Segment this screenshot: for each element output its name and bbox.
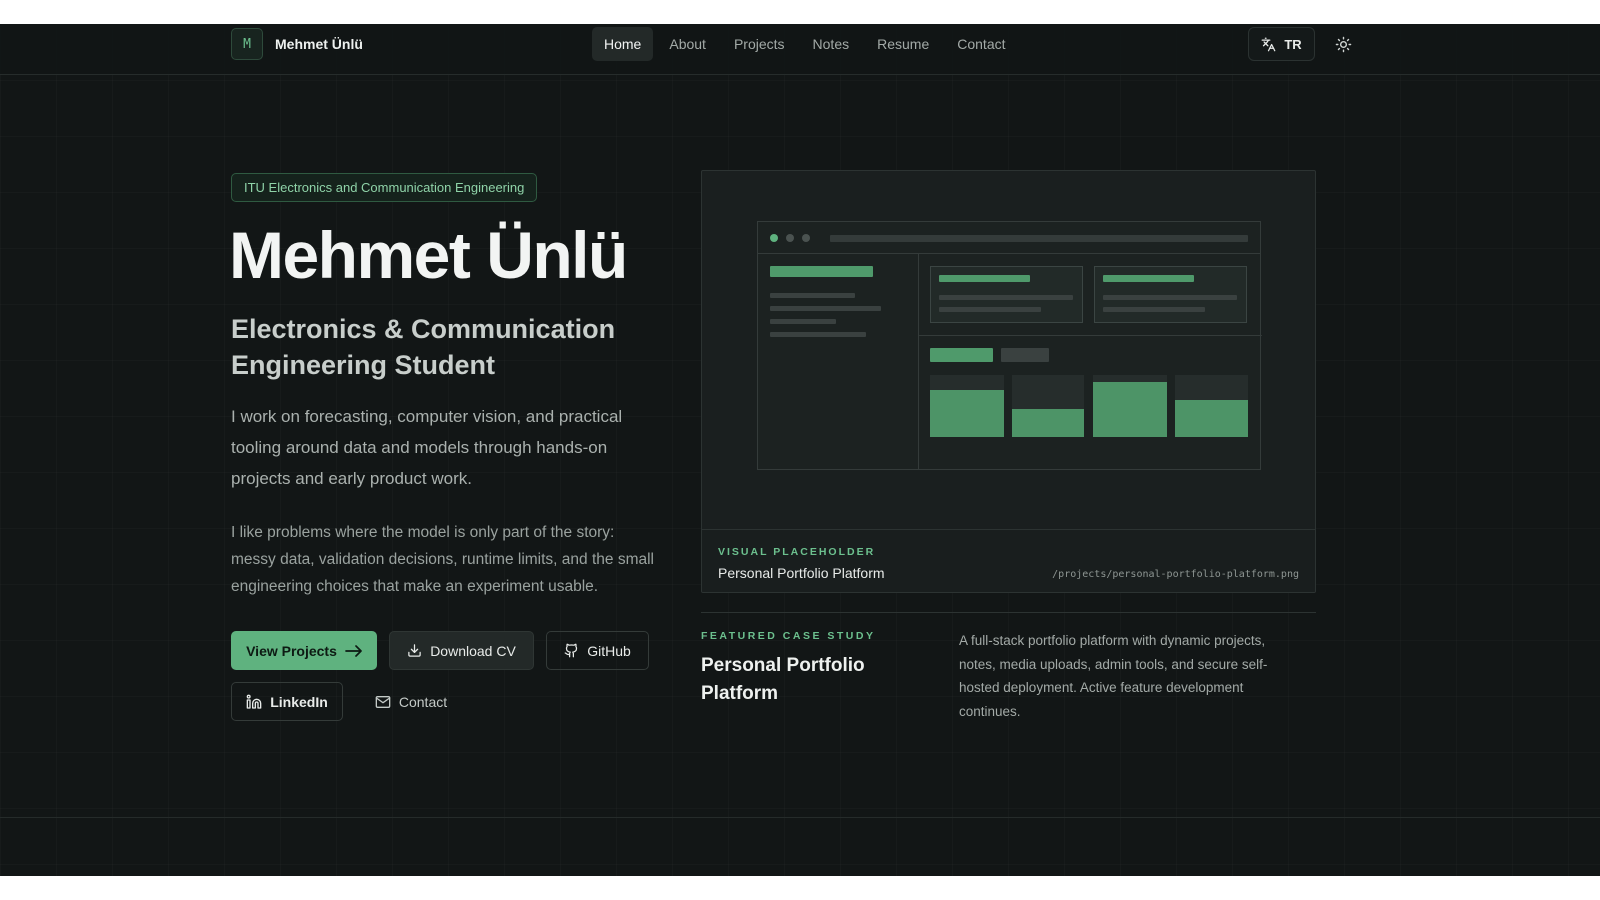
nav-home[interactable]: Home	[592, 27, 654, 61]
mockup-card	[930, 266, 1083, 323]
visual-title: Personal Portfolio Platform	[718, 565, 885, 581]
nav-contact[interactable]: Contact	[945, 27, 1017, 61]
sun-icon	[1335, 36, 1352, 53]
view-projects-label: View Projects	[246, 642, 337, 659]
mail-icon	[375, 695, 391, 709]
view-projects-button[interactable]: View Projects	[231, 631, 377, 670]
mockup-tab	[930, 348, 993, 362]
mockup-window-bar	[758, 222, 1260, 254]
mockup-bar	[939, 307, 1041, 312]
featured-case-study-title[interactable]: Personal Portfolio Platform	[701, 652, 901, 708]
section-divider	[701, 612, 1316, 613]
featured-case-study-description: A full-stack portfolio platform with dyn…	[959, 633, 1268, 719]
mockup-column-fill	[1093, 382, 1167, 437]
linkedin-button[interactable]: LinkedIn	[231, 682, 343, 721]
mockup-bar	[1103, 295, 1237, 300]
contact-label: Contact	[398, 693, 448, 710]
mockup-dot	[770, 234, 778, 242]
education-badge: ITU Electronics and Communication Engine…	[231, 173, 538, 202]
dashboard-mockup-illustration	[757, 221, 1262, 470]
translate-icon	[1261, 37, 1276, 52]
mockup-tab	[1001, 348, 1049, 362]
github-icon	[564, 643, 579, 658]
contact-button[interactable]: Contact	[366, 682, 456, 721]
github-button[interactable]: GitHub	[546, 631, 649, 670]
language-toggle-button[interactable]: TR	[1248, 27, 1315, 61]
brand-name: Mehmet Ünlü	[275, 36, 363, 52]
mockup-bar	[770, 293, 855, 298]
visual-file-path: /projects/personal-portfolio-platform.pn…	[1052, 569, 1299, 580]
mockup-dot	[786, 234, 794, 242]
hero-description: I like problems where the model is only …	[231, 524, 654, 595]
mockup-divider	[919, 335, 1262, 336]
featured-case-study-label: FEATURED CASE STUDY	[701, 630, 876, 642]
hero-subtitle: Electronics & Communication Engineering …	[231, 314, 616, 380]
arrow-right-icon	[345, 644, 362, 657]
page-title: Mehmet Ünlü	[229, 218, 628, 292]
visual-card-footer: VISUAL PLACEHOLDER Personal Portfolio Pl…	[702, 529, 1315, 592]
brand[interactable]: M Mehmet Ünlü	[231, 28, 363, 60]
nav-projects[interactable]: Projects	[722, 27, 797, 61]
download-icon	[407, 643, 422, 658]
nav-notes[interactable]: Notes	[801, 27, 862, 61]
mockup-card	[1094, 266, 1247, 323]
mockup-column-fill	[1175, 400, 1248, 437]
linkedin-label: LinkedIn	[270, 693, 328, 710]
linkedin-icon	[246, 694, 262, 710]
mockup-column-fill	[1012, 409, 1084, 437]
hero-intro: I work on forecasting, computer vision, …	[231, 407, 623, 488]
mockup-bar	[770, 306, 881, 311]
mockup-sidebar	[758, 254, 919, 470]
nav-resume[interactable]: Resume	[865, 27, 941, 61]
mockup-url-bar	[830, 235, 1248, 242]
mockup-dot	[802, 234, 810, 242]
download-cv-label: Download CV	[430, 642, 516, 659]
download-cv-button[interactable]: Download CV	[389, 631, 534, 670]
brand-logo: M	[231, 28, 263, 60]
project-visual-card[interactable]: VISUAL PLACEHOLDER Personal Portfolio Pl…	[701, 170, 1316, 593]
mockup-bar	[939, 275, 1030, 282]
nav-about[interactable]: About	[657, 27, 718, 61]
main-nav: Home About Projects Notes Resume Contact	[592, 27, 1018, 61]
mockup-bar	[1103, 275, 1194, 282]
theme-toggle-button[interactable]	[1328, 27, 1358, 61]
top-navbar: M Mehmet Ünlü Home About Projects Notes …	[0, 24, 1600, 75]
visual-placeholder-label: VISUAL PLACEHOLDER	[718, 546, 876, 558]
github-label: GitHub	[587, 642, 631, 659]
section-bottom-border	[0, 817, 1600, 818]
mockup-bar	[770, 266, 873, 277]
mockup-bar	[770, 319, 836, 324]
mockup-column-fill	[930, 390, 1004, 437]
language-label: TR	[1284, 36, 1302, 52]
mockup-bar	[770, 332, 866, 337]
mockup-bar	[939, 295, 1073, 300]
page-viewport: M Mehmet Ünlü Home About Projects Notes …	[0, 24, 1600, 876]
mockup-bar	[1103, 307, 1205, 312]
